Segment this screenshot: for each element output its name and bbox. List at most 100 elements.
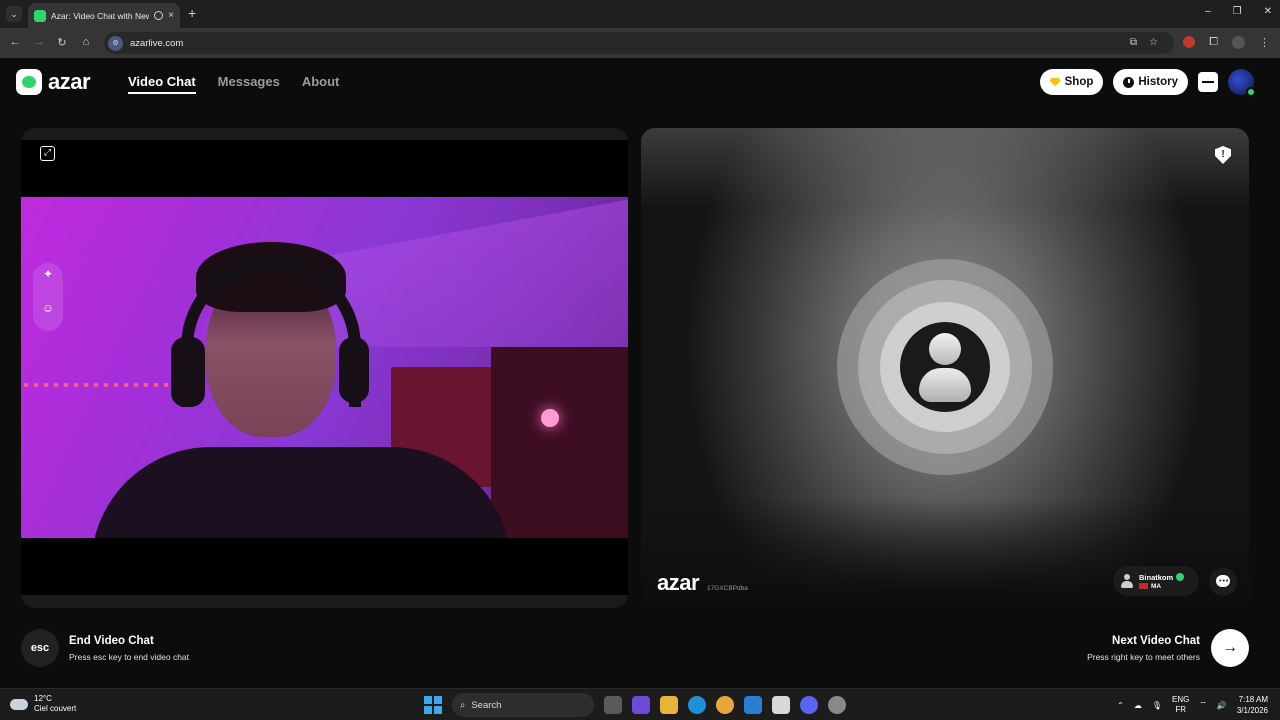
peer-info-chip[interactable]: Binatkom MA	[1113, 566, 1199, 596]
language-indicator[interactable]: ENG FR	[1172, 695, 1189, 715]
avatar[interactable]	[1228, 69, 1256, 97]
wifi-icon[interactable]: ⌔	[1199, 700, 1207, 710]
inbox-icon[interactable]	[1198, 72, 1218, 92]
windows-start-icon[interactable]	[424, 696, 442, 714]
peer-name-row: Binatkom	[1139, 572, 1185, 582]
audio-playing-icon[interactable]	[154, 11, 164, 20]
edge-icon[interactable]	[688, 696, 706, 714]
chat-dots: •••	[1219, 578, 1230, 585]
room-lamp	[541, 409, 559, 427]
country-flag-icon	[1139, 583, 1148, 589]
nav-video-chat[interactable]: Video Chat	[128, 74, 196, 94]
end-chat-button[interactable]: esc	[21, 629, 59, 667]
browser-tab[interactable]: Azar: Video Chat with New ×	[28, 3, 180, 28]
room-cabinet	[491, 347, 628, 538]
url-text[interactable]: azarlive.com	[130, 38, 183, 49]
app-header: azar Video Chat Messages About Shop Hist…	[0, 58, 1280, 106]
volume-icon[interactable]: 🔊	[1217, 701, 1227, 710]
install-app-icon[interactable]: ⧉	[1130, 37, 1137, 48]
discord-icon[interactable]	[800, 696, 818, 714]
tray-overflow-icon[interactable]: ⌃	[1117, 701, 1124, 710]
extension-icon[interactable]	[1183, 36, 1196, 48]
logo-text: azar	[48, 69, 91, 94]
tab-title: Azar: Video Chat with New	[51, 10, 150, 21]
window-controls: – ❐ ✕	[1205, 6, 1272, 17]
header-actions: Shop History	[1039, 69, 1256, 97]
date: 3/1/2026	[1236, 706, 1268, 715]
widgets-icon[interactable]	[632, 696, 650, 714]
end-chat-title: End Video Chat	[69, 635, 154, 647]
extensions-area: ⧠ ⋮	[1183, 36, 1270, 49]
tab-close-icon[interactable]: ×	[168, 10, 174, 21]
task-view-icon[interactable]	[604, 696, 622, 714]
top-shade	[641, 128, 1249, 208]
peer-name: Binatkom	[1139, 572, 1174, 582]
microphone-icon[interactable]: 🎙	[1152, 701, 1162, 710]
azar-logo[interactable]: azar	[16, 69, 91, 95]
person-icon	[1121, 574, 1133, 588]
shop-button[interactable]: Shop	[1039, 69, 1104, 95]
address-bar[interactable]: ⚙ azarlive.com ⧉ ☆	[104, 32, 1174, 54]
end-chat-hint: Press esc key to end video chat	[69, 652, 190, 662]
self-webcam-feed: ✦ ☺	[21, 197, 628, 538]
history-button[interactable]: History	[1113, 69, 1188, 95]
user-placeholder-body	[919, 368, 971, 402]
bookmark-star-icon[interactable]: ☆	[1149, 37, 1158, 48]
store-icon[interactable]	[772, 696, 790, 714]
main-nav: Video Chat Messages About	[128, 74, 339, 94]
mail-icon[interactable]	[744, 696, 762, 714]
browser-tabstrip: ⌄ Azar: Video Chat with New × + – ❐ ✕	[0, 0, 1280, 28]
room-ceiling	[321, 197, 628, 347]
browser-menu-icon[interactable]: ⋮	[1259, 36, 1270, 49]
minimize-button[interactable]: –	[1205, 6, 1211, 17]
home-icon[interactable]: ⌂	[79, 36, 93, 48]
chat-bubble-icon[interactable]: •••	[1209, 568, 1237, 596]
reload-icon[interactable]: ↻	[55, 36, 69, 49]
headset-earcup-right	[339, 337, 369, 403]
camera-tools: ✦ ☺	[33, 263, 63, 331]
weather-condition: Ciel couvert	[34, 704, 77, 713]
file-explorer-icon[interactable]	[660, 696, 678, 714]
verified-icon	[1176, 573, 1185, 581]
remote-video-panel: ! azar 17GXCBPdba Binatkom MA •••	[641, 128, 1249, 608]
weather-widget[interactable]: 12°C Ciel couvert	[10, 694, 76, 714]
next-chat-hint: Press right key to meet others	[1087, 652, 1200, 662]
headset-earcup-left	[171, 337, 205, 407]
azar-logo-icon	[16, 69, 42, 95]
omnibox-actions: ⧉ ☆	[1130, 37, 1158, 48]
tab-search-icon[interactable]: ⌄	[6, 6, 22, 22]
chrome-icon[interactable]	[716, 696, 734, 714]
history-label: History	[1138, 76, 1178, 88]
site-info-icon[interactable]: ⚙	[108, 35, 123, 51]
azar-watermark: azar 17GXCBPdba	[657, 570, 748, 596]
face-filter-icon[interactable]: ☺	[41, 301, 55, 315]
new-tab-button[interactable]: +	[188, 5, 196, 21]
cloud-icon	[10, 698, 28, 710]
close-window-button[interactable]: ✕	[1264, 6, 1272, 17]
forward-arrow-icon[interactable]: →	[32, 36, 46, 48]
profile-icon[interactable]	[1232, 36, 1245, 49]
peer-country-row: MA	[1139, 583, 1184, 590]
clock[interactable]: 7:18 AM 3/1/2026	[1237, 694, 1268, 716]
windows-taskbar: 12°C Ciel couvert ⌕ Search ⌃ ☁ 🎙 ENG FR …	[0, 688, 1280, 720]
magic-wand-icon[interactable]: ✦	[41, 267, 55, 281]
extensions-puzzle-icon[interactable]: ⧠	[1209, 36, 1218, 49]
nav-about[interactable]: About	[302, 74, 340, 94]
app-icon[interactable]	[828, 696, 846, 714]
back-arrow-icon[interactable]: ←	[8, 36, 22, 48]
taskbar-apps: ⌕ Search	[424, 693, 846, 717]
self-video-panel: ✦ ☺ ⤢	[21, 128, 628, 608]
person-body	[91, 447, 511, 538]
browser-toolbar: ← → ↻ ⌂ ⚙ azarlive.com ⧉ ☆ ⧠ ⋮	[0, 28, 1280, 58]
azar-favicon-icon	[34, 9, 46, 22]
taskbar-search[interactable]: ⌕ Search	[452, 693, 594, 717]
next-chat-title: Next Video Chat	[1112, 635, 1200, 647]
onedrive-icon[interactable]: ☁	[1134, 701, 1142, 710]
nav-messages[interactable]: Messages	[218, 74, 280, 94]
expand-icon[interactable]: ⤢	[40, 146, 55, 161]
maximize-button[interactable]: ❐	[1233, 6, 1242, 17]
peer-country: MA	[1151, 582, 1162, 590]
clock-icon	[1123, 76, 1135, 88]
watermark-id: 17GXCBPdba	[707, 585, 748, 592]
lang-secondary: FR	[1175, 705, 1187, 714]
